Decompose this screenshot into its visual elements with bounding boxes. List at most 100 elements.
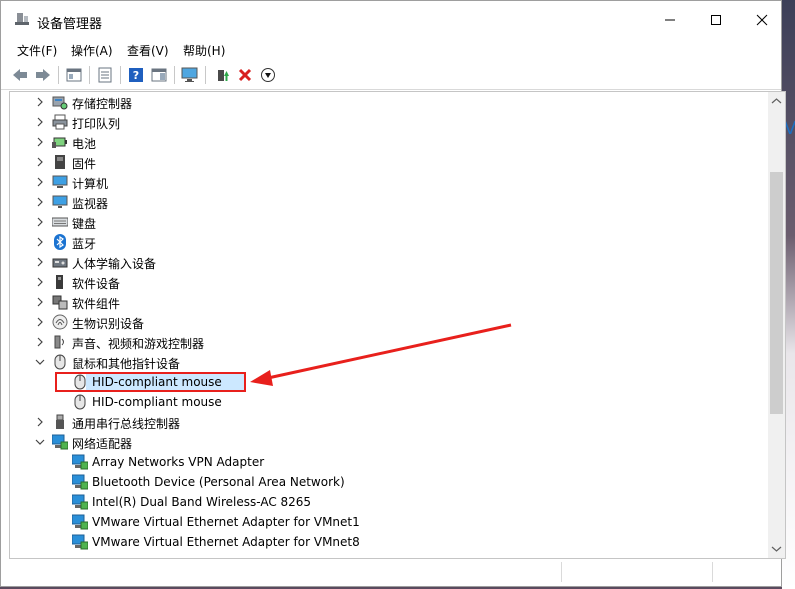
tree-category[interactable]: 存储控制器 <box>10 92 768 112</box>
network-adapter-icon <box>52 434 68 450</box>
minimize-button[interactable] <box>647 1 693 39</box>
monitor-icon <box>52 195 68 208</box>
tree-category[interactable]: 键盘 <box>10 212 768 232</box>
vertical-scrollbar[interactable] <box>768 92 785 558</box>
chevron-right-icon[interactable] <box>34 416 46 428</box>
printer-icon <box>52 114 68 130</box>
menu-help[interactable]: 帮助(H) <box>183 42 225 59</box>
tree-item-label: 鼠标和其他指针设备 <box>72 357 181 371</box>
menu-file[interactable]: 文件(F) <box>17 42 57 59</box>
tree-item-label: HID-compliant mouse <box>92 395 222 409</box>
tree-item-label: VMware Virtual Ethernet Adapter for VMne… <box>92 515 360 529</box>
maximize-button[interactable] <box>693 1 739 39</box>
menu-view[interactable]: 查看(V) <box>127 42 169 59</box>
chevron-right-icon[interactable] <box>34 156 46 168</box>
tree-device[interactable]: VMware Virtual Ethernet Adapter for VMne… <box>10 532 768 552</box>
usb-icon <box>56 414 64 429</box>
tree-device[interactable]: Array Networks VPN Adapter <box>10 452 768 472</box>
highlight-box <box>55 372 246 392</box>
chevron-right-icon[interactable] <box>34 336 46 348</box>
mouse-icon <box>54 354 66 370</box>
speaker-icon <box>54 335 64 349</box>
chevron-right-icon[interactable] <box>34 96 46 108</box>
network-adapter-icon <box>72 494 88 510</box>
window-title: 设备管理器 <box>37 17 103 32</box>
uninstall-button[interactable] <box>236 66 254 84</box>
minimize-icon <box>665 19 675 21</box>
console-tree-button[interactable] <box>65 66 83 84</box>
chevron-down-icon[interactable] <box>34 356 46 368</box>
computer-icon <box>52 175 68 188</box>
menu-action[interactable]: 操作(A) <box>71 42 113 59</box>
tree-item-label: 固件 <box>72 157 97 171</box>
hid-icon <box>52 258 68 268</box>
svg-text:?: ? <box>133 69 139 82</box>
tree-category[interactable]: 软件组件 <box>10 292 768 312</box>
tree-device[interactable]: VMware Virtual Ethernet Adapter for VMne… <box>10 512 768 532</box>
chevron-right-icon[interactable] <box>34 116 46 128</box>
device-tree[interactable]: 存储控制器打印队列电池固件计算机 监视器 键盘 蓝牙 人体学输入设备 软件设备 软件组件生物… <box>9 91 786 559</box>
title-bar[interactable]: 设备管理器 <box>1 1 781 39</box>
tree-category[interactable]: 通用串行总线控制器 <box>10 412 768 432</box>
disable-icon <box>261 68 275 82</box>
tree-category[interactable]: 蓝牙 <box>10 232 768 252</box>
chevron-right-icon[interactable] <box>34 196 46 208</box>
tree-category[interactable]: 打印队列 <box>10 112 768 132</box>
chevron-right-icon[interactable] <box>34 276 46 288</box>
forward-icon <box>36 69 50 81</box>
tree-category[interactable]: 计算机 <box>10 172 768 192</box>
tree-item-label: 电池 <box>72 137 97 151</box>
device-manager-window: 设备管理器 文件(F) 操作(A) 查看(V) 帮助(H) ? 存储控制器 打印… <box>0 0 786 587</box>
chevron-right-icon[interactable] <box>34 236 46 248</box>
close-button[interactable] <box>739 1 785 39</box>
tree-device[interactable]: Bluetooth Device (Personal Area Network) <box>10 472 768 492</box>
bluetooth-icon <box>54 234 66 250</box>
fingerprint-icon <box>52 314 68 330</box>
back-button[interactable] <box>11 66 29 84</box>
tree-device[interactable]: HID-compliant mouse <box>10 392 768 412</box>
tree-item-label: 生物识别设备 <box>72 317 145 331</box>
tree-item-label: VMware Virtual Ethernet Adapter for VMne… <box>92 535 360 549</box>
properties-button[interactable] <box>96 66 114 84</box>
chevron-right-icon[interactable] <box>34 296 46 308</box>
tree-category[interactable]: 固件 <box>10 152 768 172</box>
help-button[interactable]: ? <box>127 66 145 84</box>
network-adapter-icon <box>72 514 88 530</box>
scrollbar-thumb[interactable] <box>770 172 783 414</box>
tree-category[interactable]: 声音、视频和游戏控制器 <box>10 332 768 352</box>
chevron-right-icon[interactable] <box>34 176 46 188</box>
disable-button[interactable] <box>259 66 277 84</box>
update-driver-icon <box>218 70 229 81</box>
update-driver-button[interactable] <box>213 66 231 84</box>
tree-category[interactable]: 监视器 <box>10 192 768 212</box>
action-pane-button[interactable] <box>150 66 168 84</box>
chevron-right-icon[interactable] <box>34 136 46 148</box>
tree-category[interactable]: 人体学输入设备 <box>10 252 768 272</box>
chevron-down-icon[interactable] <box>34 436 46 448</box>
chevron-right-icon[interactable] <box>34 216 46 228</box>
forward-button[interactable] <box>34 66 52 84</box>
tree-item-label: 声音、视频和游戏控制器 <box>72 337 205 351</box>
tree-category[interactable]: 网络适配器 <box>10 432 768 452</box>
tree-category[interactable]: 生物识别设备 <box>10 312 768 332</box>
chevron-right-icon[interactable] <box>34 256 46 268</box>
tree-item-label: 网络适配器 <box>72 437 133 451</box>
close-icon <box>756 14 768 26</box>
network-adapter-icon <box>72 534 88 550</box>
scan-hardware-button[interactable] <box>181 66 199 84</box>
scroll-down-icon[interactable] <box>768 542 785 556</box>
status-bar <box>1 559 781 586</box>
tree-device[interactable]: Intel(R) Dual Band Wireless-AC 8265 <box>10 492 768 512</box>
action-pane-icon <box>151 68 167 82</box>
chevron-right-icon[interactable] <box>34 316 46 328</box>
mouse-icon <box>74 394 86 410</box>
tree-category[interactable]: 鼠标和其他指针设备 <box>10 352 768 372</box>
tree-item-label: 计算机 <box>72 177 109 191</box>
software-device-icon <box>56 275 63 289</box>
tree-category[interactable]: 电池 <box>10 132 768 152</box>
tree-category[interactable]: 软件设备 <box>10 272 768 292</box>
scroll-up-icon[interactable] <box>768 94 785 108</box>
tree-item-label: Bluetooth Device (Personal Area Network) <box>92 475 345 489</box>
show-hide-console-tree-icon <box>66 68 82 82</box>
tree-item-label: 打印队列 <box>72 117 121 131</box>
